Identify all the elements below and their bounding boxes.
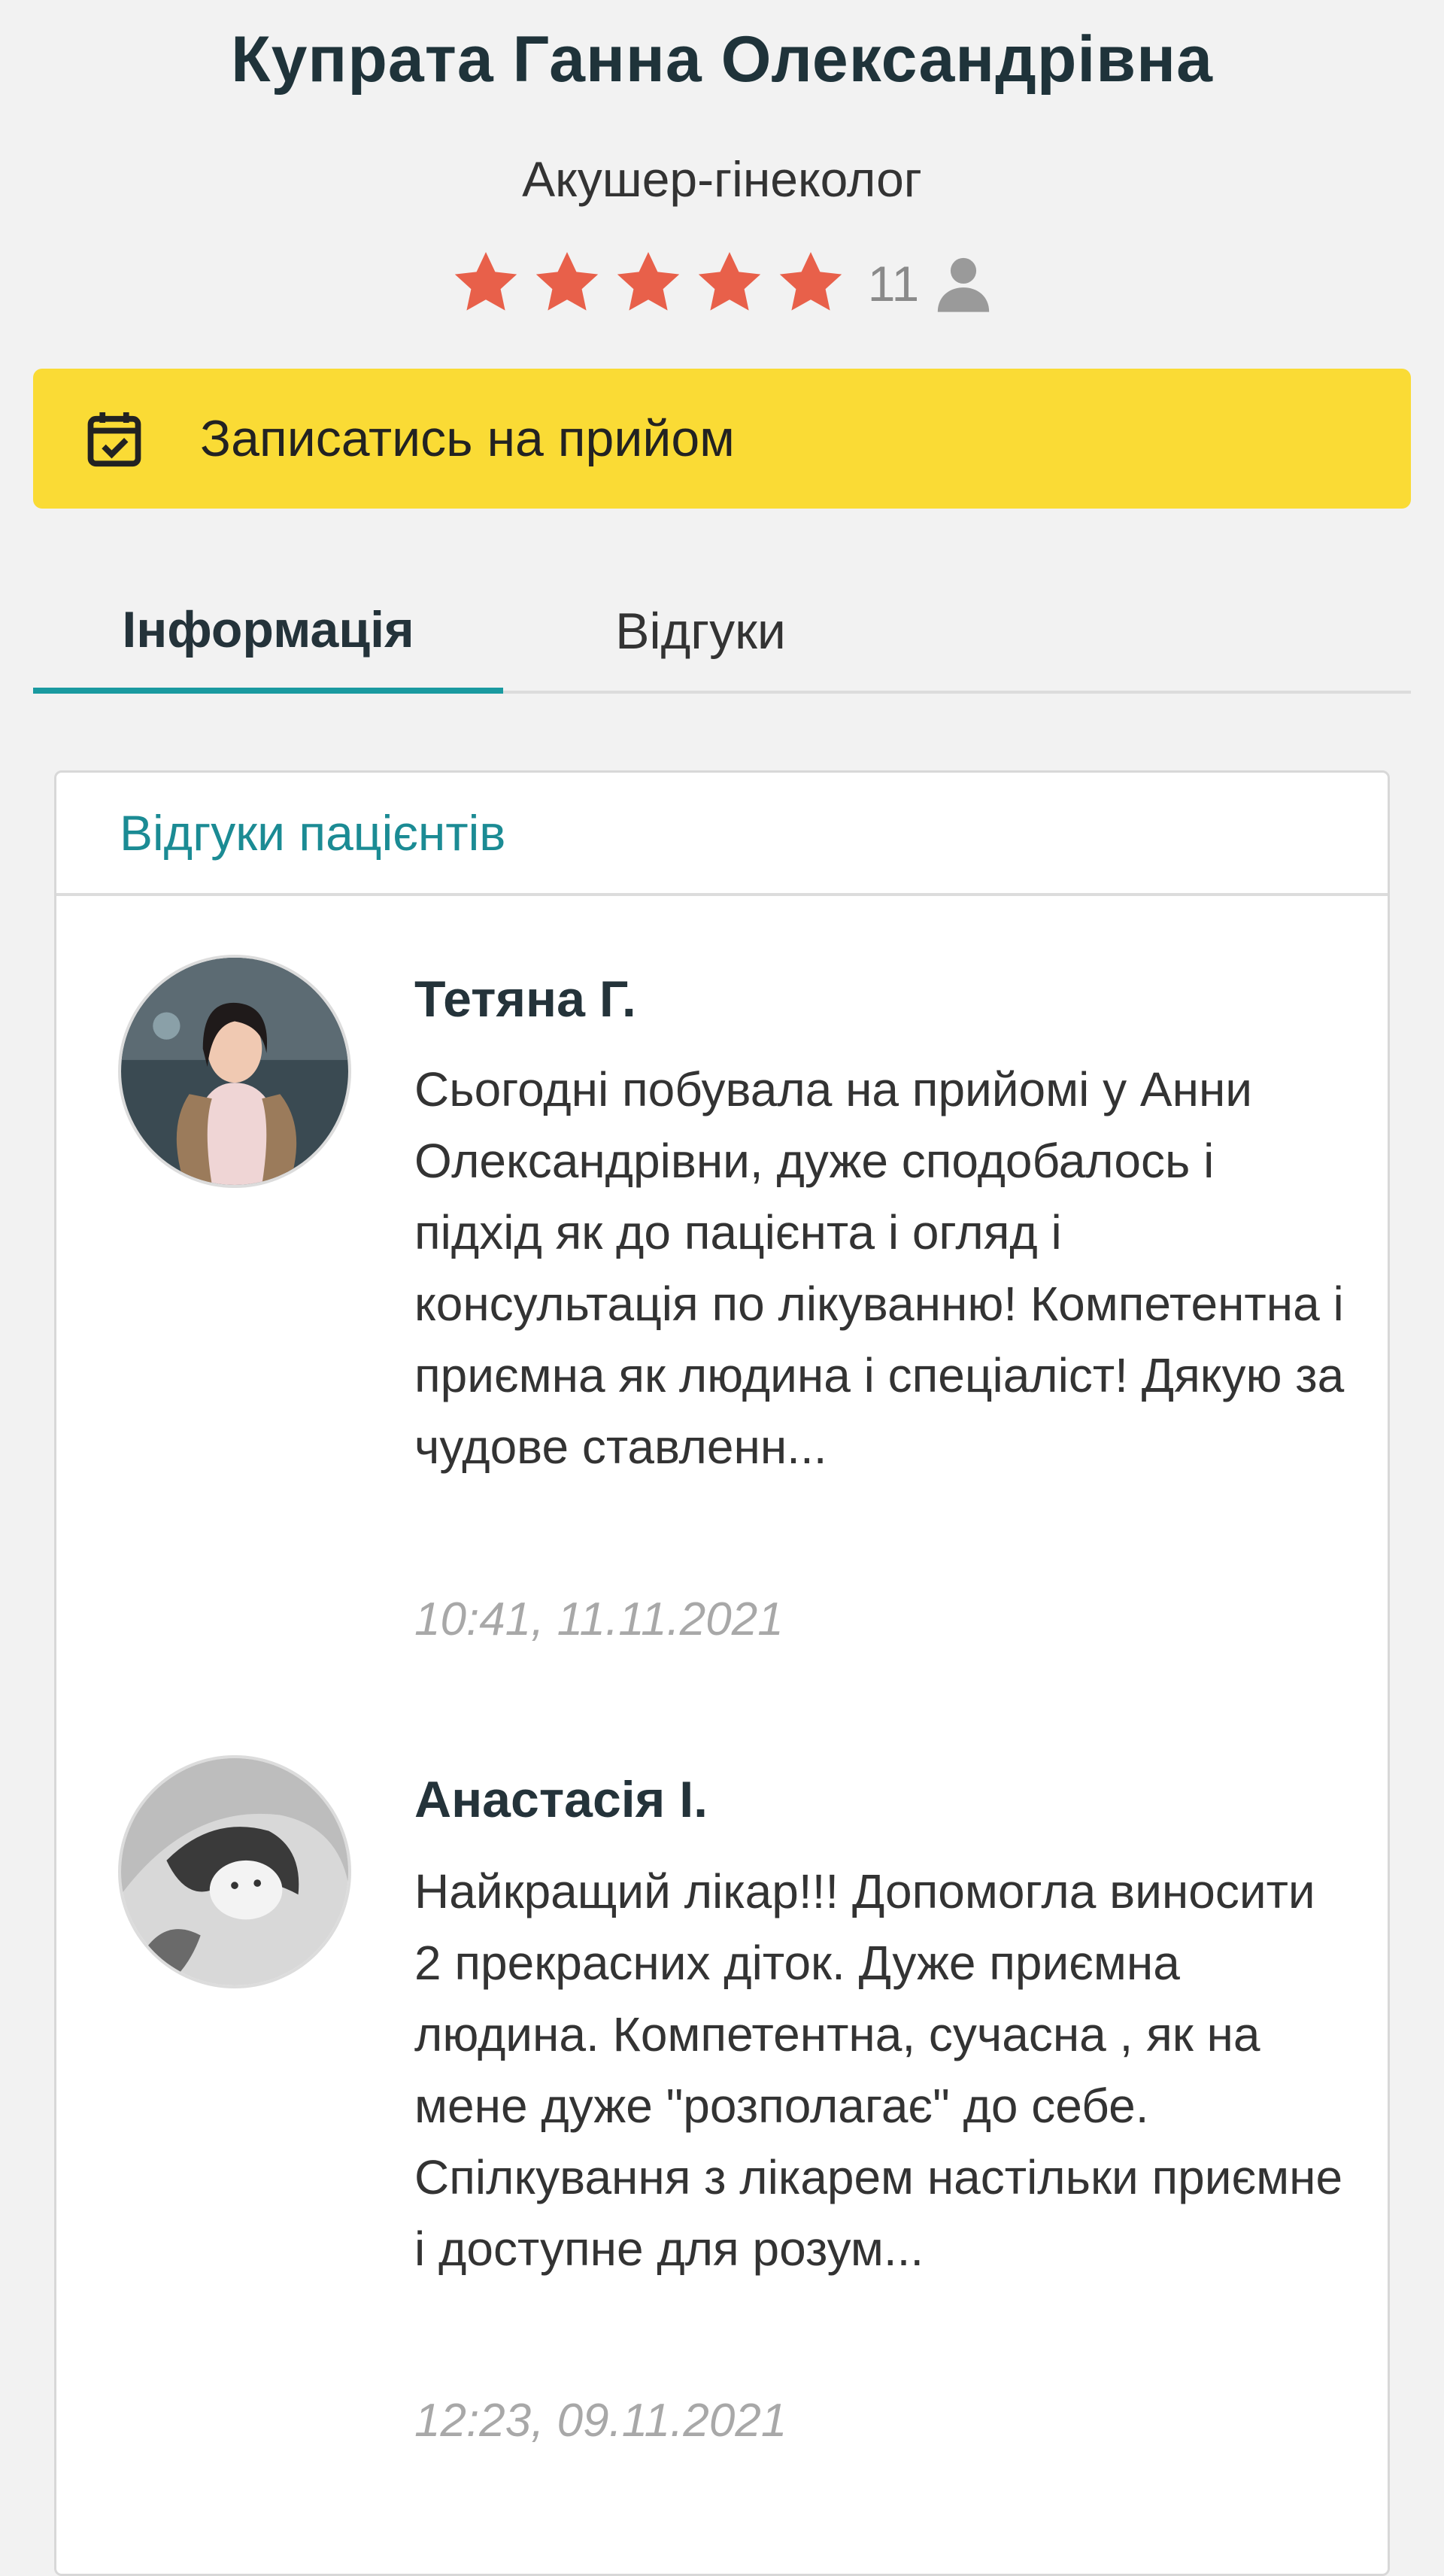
reviews-card-title: Відгуки пацієнтів xyxy=(56,773,1388,896)
doctor-name: Купрата Ганна Олександрівна xyxy=(231,23,1213,96)
tab-reviews[interactable]: Відгуки xyxy=(503,572,898,691)
rating-stars xyxy=(450,248,847,320)
reviewer-name: Анастасія І. xyxy=(414,1771,708,1828)
review-date: 10:41, 11.11.2021 xyxy=(414,1593,784,1645)
review-text: Найкращий лікар!!! Допомогла виносити 2 … xyxy=(414,1864,1343,2276)
calendar-check-icon xyxy=(87,412,141,467)
rating-row: 11 xyxy=(0,242,1444,325)
review-date: 12:23, 09.11.2021 xyxy=(414,2395,787,2447)
tab-bar: Інформація Відгуки xyxy=(33,572,1411,694)
review-text: Сьогодні побувала на прийомі у Анни Олек… xyxy=(414,1062,1345,1474)
person-icon xyxy=(938,257,990,312)
tab-information[interactable]: Інформація xyxy=(33,572,503,694)
avatar-photo xyxy=(121,958,348,1185)
star-icon xyxy=(454,252,517,311)
doctor-specialty: Акушер-гінеколог xyxy=(522,151,922,207)
book-appointment-label: Записатись на прийом xyxy=(200,410,735,467)
book-appointment-button[interactable]: Записатись на прийом xyxy=(33,369,1411,509)
star-icon xyxy=(617,252,679,311)
reviewer-name: Тетяна Г. xyxy=(414,971,636,1028)
reviews-count: 11 xyxy=(867,256,920,311)
avatar-photo xyxy=(121,1758,348,1985)
star-icon xyxy=(535,252,598,311)
avatar xyxy=(118,955,351,1188)
star-icon xyxy=(779,252,842,311)
star-icon xyxy=(698,252,760,311)
reviews-card: Відгуки пацієнтів Тетяна Г. Сьогодні поб… xyxy=(54,770,1390,2576)
avatar xyxy=(118,1755,351,1988)
